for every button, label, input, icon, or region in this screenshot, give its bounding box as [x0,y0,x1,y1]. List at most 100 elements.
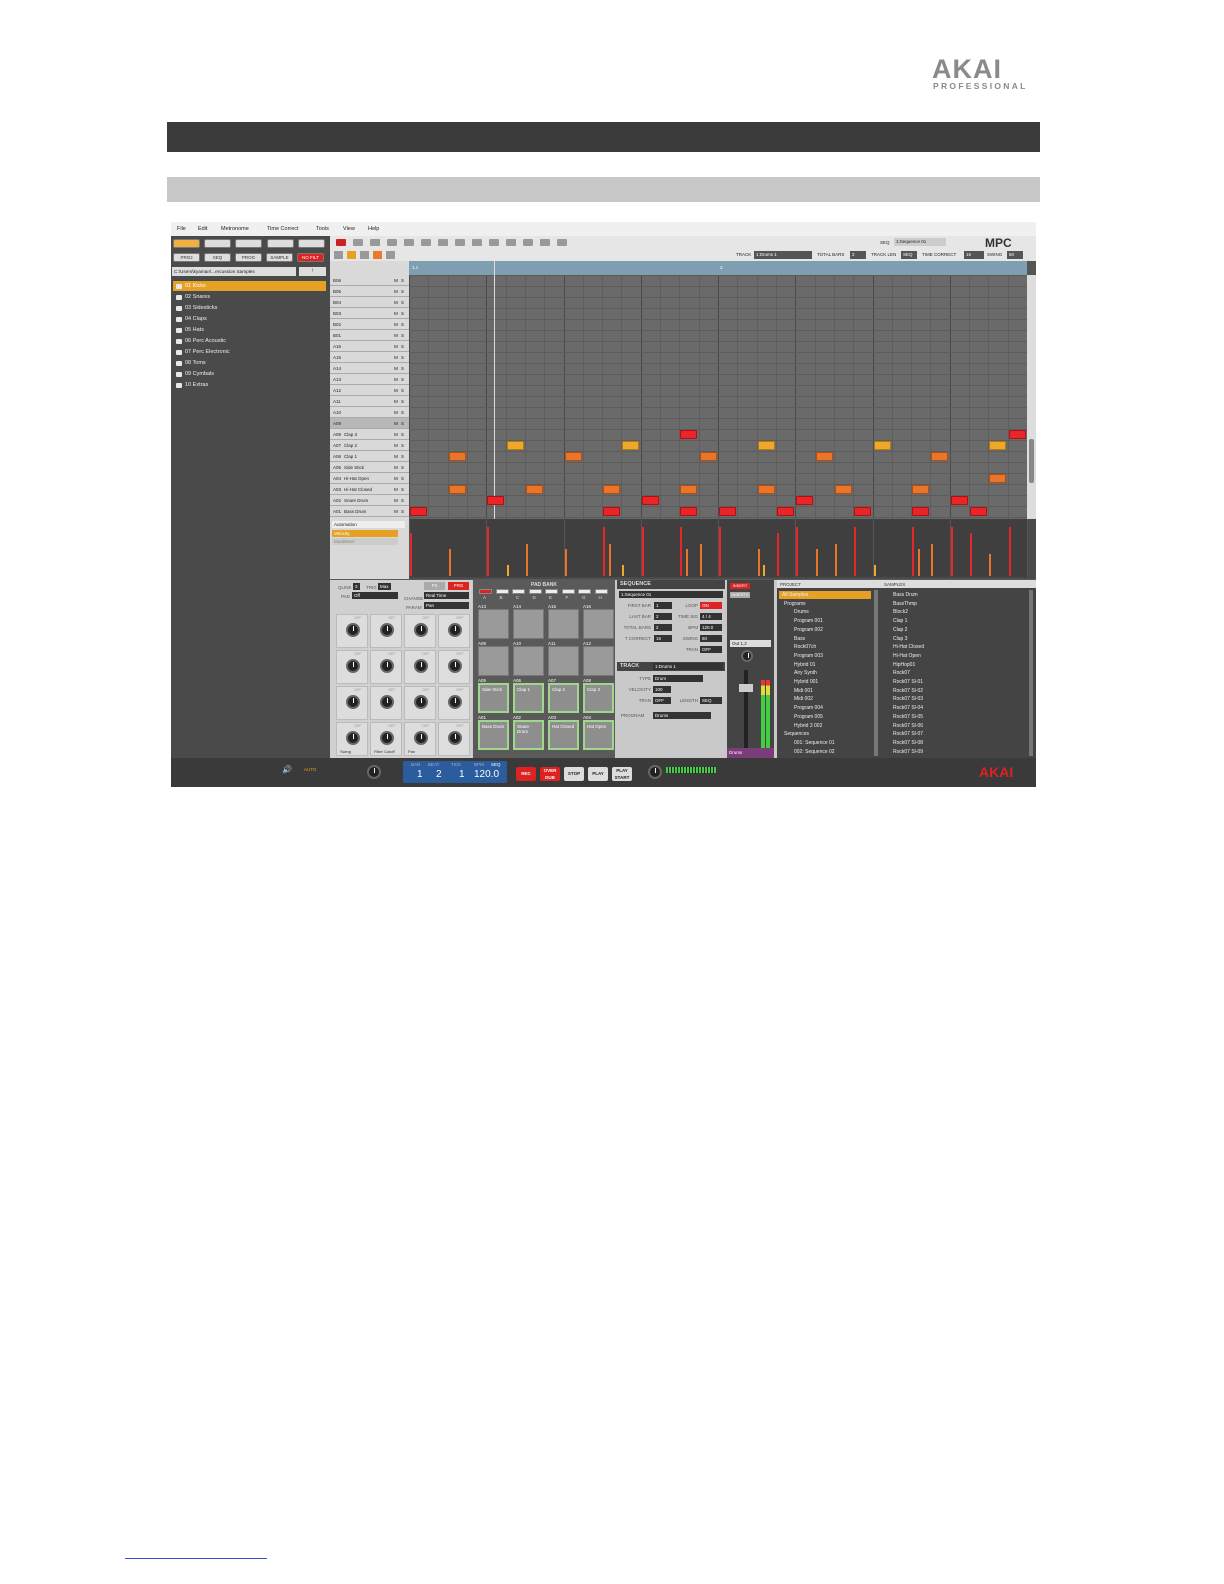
toolbar-tool-icon[interactable] [438,239,448,246]
sample-item[interactable]: Hi-Hat Closed [885,643,1025,651]
qlink-knob[interactable] [414,659,428,673]
mode-proj-button[interactable]: PROJ [173,253,200,262]
solo-button[interactable]: S [401,418,404,429]
solo-button[interactable]: S [401,275,404,286]
mute-button[interactable]: M [394,506,398,517]
sample-item[interactable]: Clap 1 [885,617,1025,625]
velocity-bar[interactable] [835,544,837,576]
sample-item[interactable]: Rock07 Sl-06 [885,722,1025,730]
lane-row[interactable]: A06 Clap 1 MS [330,451,409,462]
seq-field-value[interactable]: 16 [654,635,672,642]
mute-button[interactable]: M [394,363,398,374]
sample-item[interactable]: BassThmp [885,600,1025,608]
pad-A01[interactable]: Bass Drum [478,720,509,750]
pad-bank-button-H[interactable] [594,589,608,594]
toolbar-tool-icon[interactable] [540,239,550,246]
pad-bank-button-A[interactable] [479,589,492,594]
stop-button[interactable]: STOP [564,767,584,781]
auto-toggle[interactable]: AUTO [304,767,316,772]
sample-item[interactable]: Rock07 Sl-02 [885,687,1025,695]
qlink-knob[interactable] [346,731,360,745]
velocity-lane[interactable] [409,519,1028,577]
project-item[interactable]: Bass [791,635,871,643]
folder-item[interactable]: 01 Kicks [173,281,326,291]
lane-row[interactable]: A04 Hi-Hat Open M S [330,473,409,484]
track-program-dropdown[interactable]: Drums [653,712,711,719]
menu-help[interactable]: Help [368,226,379,232]
project-item[interactable]: Program 005 [791,713,871,721]
mute-button[interactable]: M [394,352,398,363]
project-item[interactable]: Midi 002 [791,695,871,703]
mute-button[interactable]: M [394,275,398,286]
sample-item[interactable]: Rock07 Sl-04 [885,704,1025,712]
note-20-12[interactable] [642,496,659,505]
pad-A07[interactable]: Clap 2 [548,683,579,713]
lane-row[interactable]: A16 M S [330,341,409,352]
lane-row[interactable]: A02 Snare Drum M S [330,495,409,506]
velocity-bar[interactable] [763,565,765,576]
edit-tool-icon[interactable] [373,251,382,259]
menu-edit[interactable]: Edit [198,226,207,232]
browser-tab-5[interactable] [298,239,325,248]
seq-field-value[interactable]: OFF [700,646,722,653]
qlink-knob[interactable] [346,659,360,673]
samples-scrollbar[interactable] [1029,590,1033,756]
rec-button[interactable]: REC [516,767,536,781]
velocity-bar[interactable] [1009,527,1011,576]
lane-row[interactable]: A11 M S [330,396,409,407]
sample-item[interactable]: Block2 [885,608,1025,616]
edit-tool-icon[interactable] [334,251,343,259]
mode-no-filt-button[interactable]: NO FILT [297,253,324,262]
note-16-21[interactable] [816,452,833,461]
pad-A12[interactable] [583,646,614,676]
note-19-18[interactable] [758,485,775,494]
seq-label[interactable]: SEQ [491,762,501,767]
pad-A04[interactable]: Hat Open [583,720,614,750]
grid-scrollbar-thumb[interactable] [1029,439,1034,483]
solo-button[interactable]: S [401,484,404,495]
seq-field-value[interactable]: 2 [654,624,672,631]
velocity-bar[interactable] [487,527,489,576]
sample-item[interactable]: Rock07 Sl-08 [885,739,1025,747]
mute-button[interactable]: M [394,484,398,495]
up-folder-button[interactable]: ↑ [299,267,326,276]
pad-bank-button-F[interactable] [561,589,575,594]
solo-button[interactable]: S [401,374,404,385]
insert-button[interactable]: INSERT [730,583,750,589]
note-21-23[interactable] [854,507,871,516]
solo-button[interactable]: S [401,319,404,330]
note-grid[interactable]: 1.1 2 [409,261,1028,519]
note-21-19[interactable] [777,507,794,516]
browser-tab-2[interactable] [204,239,231,248]
mute-button[interactable]: M [394,495,398,506]
note-21-14[interactable] [680,507,697,516]
project-item[interactable]: Drums [791,608,871,616]
playhead[interactable] [494,261,495,519]
sample-item[interactable]: Clap 3 [885,635,1025,643]
menu-tools[interactable]: Tools [316,226,329,232]
mode-prog-button[interactable]: PROG [235,253,262,262]
track-field-value[interactable]: SEQ [700,697,722,704]
sample-item[interactable]: Rock07 Sl-01 [885,678,1025,686]
toolbar-tool-icon[interactable] [455,239,465,246]
solo-button[interactable]: S [401,341,404,352]
note-20-4[interactable] [487,496,504,505]
project-item[interactable]: Programs [781,600,861,608]
inserts-button[interactable]: INSERTS [730,592,750,598]
lane-row[interactable]: B03 M S [330,308,409,319]
note-15-11[interactable] [622,441,639,450]
lane-row[interactable]: A07 Clap 2 MS [330,440,409,451]
lane-row[interactable]: B04 M S [330,297,409,308]
pad-bank-button-B[interactable] [495,589,509,594]
mute-button[interactable]: M [394,407,398,418]
pad-bank-button-E[interactable] [545,589,558,594]
note-15-30[interactable] [989,441,1006,450]
note-16-2[interactable] [449,452,466,461]
mute-button[interactable]: M [394,319,398,330]
mute-button[interactable]: M [394,286,398,297]
mute-button[interactable]: M [394,385,398,396]
velocity-bar[interactable] [686,549,688,576]
project-item[interactable]: 002: Sequence 02 [791,748,871,756]
note-14-31[interactable] [1009,430,1026,439]
velocity-bar[interactable] [410,533,412,576]
